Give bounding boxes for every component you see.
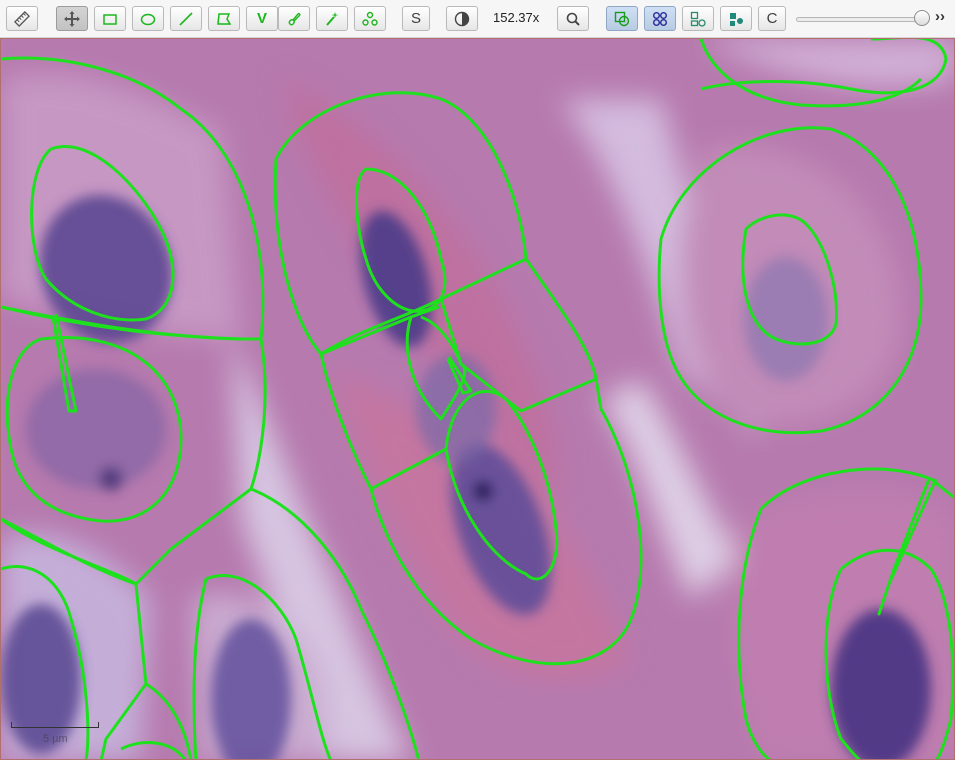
magnifier-icon bbox=[566, 12, 580, 26]
brush-tool[interactable] bbox=[278, 6, 310, 31]
move-arrows-icon bbox=[64, 10, 80, 27]
ruler-tool[interactable] bbox=[6, 6, 38, 31]
rectangle-icon bbox=[103, 13, 117, 25]
line-icon bbox=[179, 11, 193, 26]
pan-tool[interactable] bbox=[56, 6, 88, 31]
ruler-icon bbox=[14, 10, 30, 27]
ellipse-tool[interactable] bbox=[132, 6, 164, 31]
detections-icon bbox=[653, 11, 667, 26]
wand-tool[interactable] bbox=[316, 6, 348, 31]
c-letter-icon: C bbox=[766, 10, 778, 27]
s-letter-icon: S bbox=[410, 10, 421, 27]
polyline-tool[interactable]: V bbox=[246, 6, 278, 31]
polygon-icon bbox=[217, 12, 232, 25]
scale-bar-label: 5 µm bbox=[43, 733, 68, 745]
rectangle-tool[interactable] bbox=[94, 6, 126, 31]
magic-wand-icon bbox=[326, 11, 339, 26]
cells-icon bbox=[730, 12, 743, 26]
opacity-slider-track[interactable] bbox=[796, 17, 926, 22]
brush-icon bbox=[288, 12, 301, 25]
opacity-slider-thumb[interactable] bbox=[914, 10, 930, 26]
image-viewer[interactable]: 5 µm bbox=[0, 38, 955, 760]
annotations-toggle[interactable] bbox=[682, 6, 714, 31]
toolbar: V S 152.37x C ›› bbox=[0, 0, 955, 38]
scale-bar bbox=[11, 722, 99, 728]
points-tool[interactable] bbox=[354, 6, 386, 31]
overlay-icon bbox=[614, 11, 630, 26]
contrast-toggle[interactable] bbox=[446, 6, 478, 31]
overflow-chevron-icon[interactable]: ›› bbox=[935, 8, 945, 25]
annotation-shapes-icon bbox=[690, 11, 706, 27]
v-letter-icon: V bbox=[256, 10, 267, 27]
overlay-toggle[interactable] bbox=[606, 6, 638, 31]
cells-toggle[interactable] bbox=[720, 6, 752, 31]
c-toggle[interactable]: C bbox=[758, 6, 786, 31]
zoom-button[interactable] bbox=[557, 6, 589, 31]
contrast-icon bbox=[454, 11, 470, 26]
polygon-tool[interactable] bbox=[208, 6, 240, 31]
selection-mode[interactable]: S bbox=[402, 6, 430, 31]
tissue-image bbox=[1, 39, 954, 759]
detections-toggle[interactable] bbox=[644, 6, 676, 31]
points-icon bbox=[362, 11, 378, 26]
ellipse-icon bbox=[140, 13, 156, 25]
line-tool[interactable] bbox=[170, 6, 202, 31]
zoom-level: 152.37x bbox=[493, 10, 540, 25]
